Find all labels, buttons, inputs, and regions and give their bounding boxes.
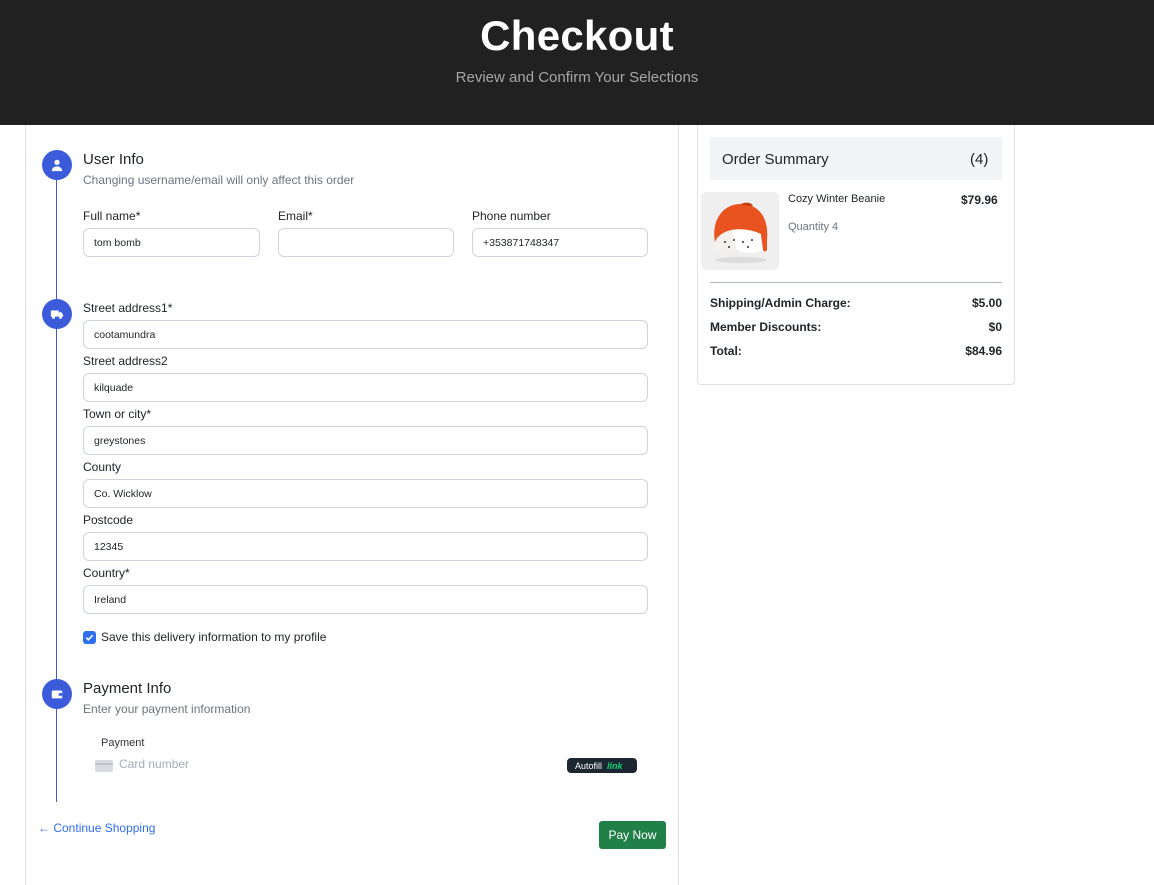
order-item-count: (4) [970, 151, 989, 168]
pay-now-button[interactable]: Pay Now [599, 821, 666, 849]
country-input[interactable] [83, 585, 648, 614]
phone-input[interactable] [472, 228, 648, 257]
payment-info-title: Payment Info [83, 680, 172, 697]
county-label: County [83, 460, 122, 474]
country-label: Country* [83, 566, 130, 580]
page-header: Checkout Review and Confirm Your Selecti… [0, 0, 1154, 125]
email-input[interactable] [278, 228, 454, 257]
item-quantity: Quantity 4 [788, 221, 839, 233]
full-name-input[interactable] [83, 228, 260, 257]
continue-shopping-link[interactable]: ← Continue Shopping [38, 821, 155, 835]
user-step-icon [42, 150, 72, 180]
total-value: $84.96 [965, 344, 1002, 358]
town-input[interactable] [83, 426, 648, 455]
street2-input[interactable] [83, 373, 648, 402]
postcode-label: Postcode [83, 513, 134, 527]
phone-label: Phone number [472, 209, 551, 223]
autofill-label: Autofill [575, 760, 603, 771]
user-info-subtitle: Changing username/email will only affect… [83, 173, 355, 187]
autofill-link-button[interactable]: Autofill link [567, 758, 637, 773]
town-label: Town or city* [83, 407, 152, 421]
email-label: Email* [278, 209, 313, 223]
street1-label: Street address1* [83, 301, 173, 315]
full-name-label: Full name* [83, 209, 141, 223]
card-number-input[interactable]: Card number [119, 757, 189, 771]
link-brand: link [607, 760, 623, 771]
user-info-title: User Info [83, 151, 144, 168]
page-subtitle: Review and Confirm Your Selections [455, 69, 699, 86]
payment-label: Payment [101, 737, 145, 749]
street1-input[interactable] [83, 320, 648, 349]
postcode-input[interactable] [83, 532, 648, 561]
arrow-left-icon: ← [38, 821, 50, 835]
discount-label: Member Discounts: [710, 320, 822, 334]
shipping-label: Shipping/Admin Charge: [710, 296, 851, 310]
save-info-label[interactable]: Save this delivery information to my pro… [101, 630, 326, 644]
total-label: Total: [710, 344, 742, 358]
product-image [701, 192, 779, 270]
truck-icon [42, 299, 72, 329]
summary-divider [710, 282, 1002, 283]
continue-shopping-label: Continue Shopping [53, 821, 156, 835]
payment-info-subtitle: Enter your payment information [83, 702, 251, 716]
street2-label: Street address2 [83, 354, 168, 368]
order-summary-title: Order Summary [722, 151, 829, 168]
county-input[interactable] [83, 479, 648, 508]
shipping-value: $5.00 [971, 296, 1002, 310]
save-info-checkbox[interactable] [83, 631, 96, 644]
page-title: Checkout [480, 12, 674, 59]
item-price: $79.96 [961, 193, 998, 207]
credit-card-icon [95, 760, 113, 772]
wallet-icon [42, 679, 72, 709]
discount-value: $0 [988, 320, 1002, 334]
item-name: Cozy Winter Beanie [788, 193, 886, 205]
